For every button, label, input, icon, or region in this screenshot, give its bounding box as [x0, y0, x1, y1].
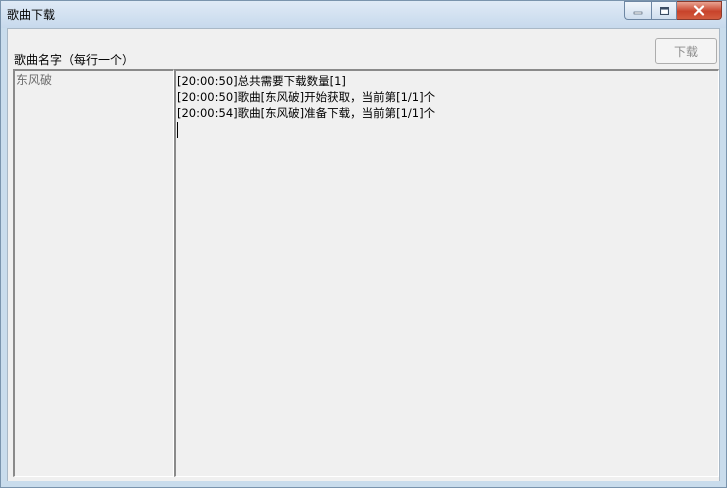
song-names-textarea[interactable]: 东风破: [13, 69, 174, 477]
minimize-button[interactable]: [624, 1, 651, 20]
log-textarea[interactable]: [20:00:50]总共需要下载数量[1] [20:00:50]歌曲[东风破]开…: [174, 69, 719, 477]
close-button[interactable]: [677, 1, 722, 20]
maximize-button[interactable]: [651, 1, 677, 20]
song-item: 东风破: [16, 73, 53, 87]
text-caret: [177, 122, 178, 138]
log-line: [20:00:50]总共需要下载数量[1]: [177, 74, 346, 88]
log-line: [20:00:54]歌曲[东风破]准备下载，当前第[1/1]个: [177, 106, 436, 120]
client-area: 歌曲名字（每行一个） 下载 东风破 [20:00:50]总共需要下载数量[1] …: [7, 28, 720, 483]
window-controls: [624, 1, 722, 20]
download-button[interactable]: 下载: [655, 38, 717, 64]
window-title: 歌曲下载: [7, 8, 56, 22]
window-bottom-border: [1, 481, 726, 487]
maximize-icon: [659, 6, 669, 15]
title-bar[interactable]: 歌曲下载: [1, 1, 726, 28]
song-list-label: 歌曲名字（每行一个）: [14, 53, 135, 67]
log-line: [20:00:50]歌曲[东风破]开始获取，当前第[1/1]个: [177, 90, 436, 104]
minimize-icon: [633, 11, 643, 14]
close-icon: [693, 5, 705, 16]
app-window: 歌曲下载 歌曲名字（每行一个） 下载 东风破 [20:00:50]总共需要下载数…: [0, 0, 727, 488]
